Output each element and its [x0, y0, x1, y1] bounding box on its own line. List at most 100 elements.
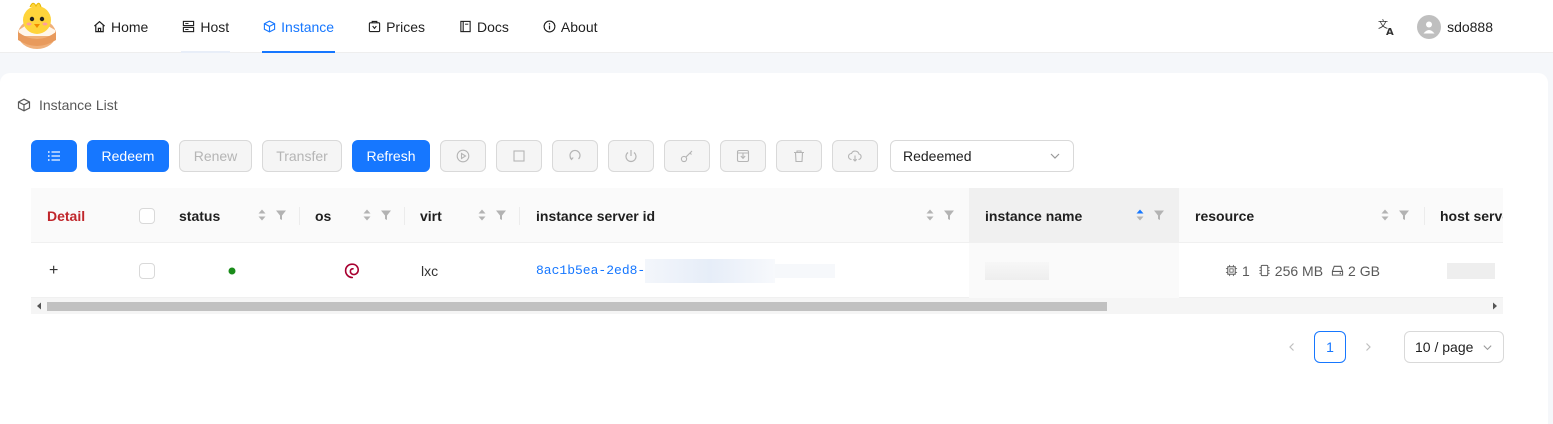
column-header-host-server[interactable]: host serve [1424, 188, 1503, 243]
server-id-cell: 8ac1b5ea-2ed8- [536, 243, 956, 298]
install-icon [736, 149, 750, 163]
scrollbar-thumb[interactable] [47, 302, 1107, 311]
nav-item-docs[interactable]: Docs [458, 0, 510, 53]
column-header-server-id[interactable]: instance server id [519, 188, 969, 243]
sort-icon[interactable] [257, 208, 267, 222]
filter-icon[interactable] [275, 209, 287, 221]
filter-icon[interactable] [1153, 209, 1165, 221]
server-id-column-tools [925, 208, 955, 222]
filter-icon[interactable] [380, 209, 392, 221]
translate-icon[interactable]: 文 A [1377, 17, 1397, 37]
previous-page-button[interactable] [1276, 331, 1308, 363]
delete-button[interactable] [776, 140, 822, 172]
row-checkbox[interactable] [139, 262, 155, 279]
cpu-value: 1 [1242, 262, 1250, 279]
play-circle-icon [456, 149, 470, 163]
reinstall-button[interactable] [720, 140, 766, 172]
backup-button[interactable] [832, 140, 878, 172]
redacted-server-id-suffix [645, 258, 776, 283]
home-icon [94, 20, 105, 33]
chevron-left-icon [1289, 343, 1294, 351]
chevron-right-icon [1366, 343, 1371, 351]
username[interactable]: sdo888 [1447, 19, 1493, 35]
scroll-left-arrow-icon[interactable] [34, 301, 44, 311]
main-nav: Home Host Instance Prices Docs About [92, 0, 631, 53]
page-size-select[interactable]: 10 / page [1404, 331, 1504, 363]
column-header-server-id-label: instance server id [536, 207, 656, 224]
filter-icon[interactable] [495, 209, 507, 221]
transfer-button[interactable]: Transfer [262, 140, 342, 172]
table-row[interactable]: + lxc 8ac1b5ea-2ed8- 1 256 MB 2 GB [31, 243, 1503, 298]
sort-icon[interactable] [477, 208, 487, 222]
chevron-down-icon [1050, 153, 1060, 159]
column-header-detail: Detail [47, 207, 86, 224]
user-avatar[interactable] [1417, 14, 1442, 39]
os-column-tools [362, 208, 392, 222]
user-icon [1423, 21, 1435, 33]
sort-ascending-icon[interactable] [1135, 208, 1145, 222]
nav-item-about[interactable]: About [542, 0, 599, 53]
memory-icon [1259, 264, 1270, 277]
key-icon [680, 150, 693, 163]
nav-label-about: About [560, 18, 598, 35]
resource-cell: 1 256 MB 2 GB [1225, 243, 1425, 298]
power-icon [625, 150, 637, 163]
status-column-tools [257, 208, 287, 222]
cube-icon [17, 98, 31, 112]
scroll-right-arrow-icon[interactable] [1490, 301, 1500, 311]
price-tag-icon [368, 20, 381, 33]
instance-name-column-tools [1135, 208, 1165, 222]
status-cell [228, 243, 238, 298]
stop-icon [513, 150, 525, 162]
stop-button[interactable] [496, 140, 542, 172]
page-title: Instance List [39, 97, 118, 113]
chevron-down-icon [1483, 344, 1492, 350]
info-icon [543, 20, 556, 33]
os-cell [342, 243, 362, 298]
nav-item-instance[interactable]: Instance [262, 0, 336, 53]
select-all-checkbox[interactable] [139, 207, 155, 224]
filter-icon[interactable] [943, 209, 955, 221]
column-header-resource-label: resource [1195, 207, 1255, 224]
table-header: Detail status os virt instance server id… [31, 188, 1503, 243]
debian-icon [344, 262, 360, 278]
nav-item-host[interactable]: Host [181, 0, 230, 53]
status-filter-value: Redeemed [903, 148, 972, 164]
status-filter-select[interactable]: Redeemed [890, 140, 1074, 172]
page-number-button[interactable]: 1 [1314, 331, 1346, 363]
filter-icon[interactable] [1398, 209, 1410, 221]
renew-button[interactable]: Renew [179, 140, 252, 172]
nav-label-host: Host [200, 18, 230, 35]
column-header-os-label: os [315, 207, 332, 224]
card-title: Instance List [17, 97, 118, 113]
horizontal-scrollbar[interactable] [31, 298, 1503, 314]
nav-item-home[interactable]: Home [92, 0, 149, 53]
header-actions: 文 A sdo888 [1377, 0, 1493, 53]
column-header-host-server-label: host serve [1440, 207, 1503, 224]
start-button[interactable] [440, 140, 486, 172]
nav-label-instance: Instance [281, 18, 335, 35]
sort-icon[interactable] [925, 208, 935, 222]
redacted-host-server [1447, 262, 1495, 279]
instance-table: Detail status os virt instance server id… [31, 188, 1503, 314]
cube-icon [263, 20, 276, 33]
virt-column-tools [477, 208, 507, 222]
nav-item-prices[interactable]: Prices [367, 0, 426, 53]
memory-value: 256 MB [1274, 262, 1324, 279]
expand-row-button[interactable]: + [49, 243, 69, 298]
svg-text:A: A [1386, 27, 1394, 37]
reset-password-button[interactable] [664, 140, 710, 172]
restart-button[interactable] [552, 140, 598, 172]
column-settings-button[interactable] [31, 140, 77, 172]
nav-label-docs: Docs [477, 18, 509, 35]
sort-icon[interactable] [362, 208, 372, 222]
chick-logo-icon[interactable] [15, 0, 59, 50]
next-page-button[interactable] [1352, 331, 1384, 363]
refresh-button[interactable]: Refresh [352, 140, 430, 172]
server-id-link[interactable]: 8ac1b5ea-2ed8- [536, 263, 645, 278]
reload-icon [569, 149, 581, 161]
redeem-button[interactable]: Redeem [87, 140, 169, 172]
power-off-button[interactable] [608, 140, 654, 172]
sort-icon[interactable] [1380, 208, 1390, 222]
status-running-dot-icon [228, 267, 236, 274]
